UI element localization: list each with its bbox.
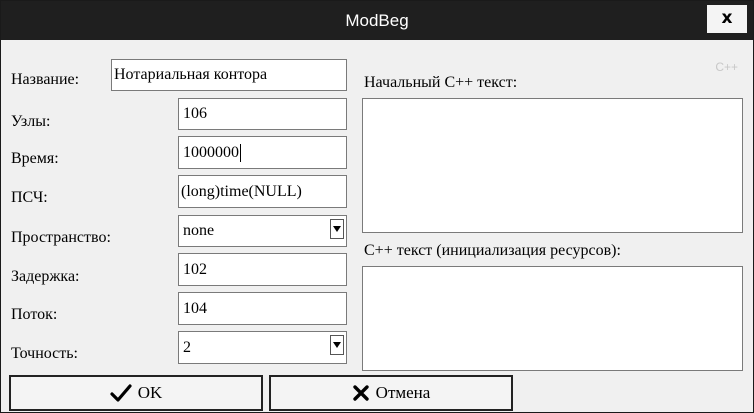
resources-cpp-label: C++ текст (инициализация ресурсов):: [364, 242, 621, 259]
cancel-button[interactable]: Отмена: [269, 375, 513, 411]
time-input[interactable]: 1000000: [178, 136, 347, 169]
delay-input-value: 102: [183, 261, 207, 278]
nodes-input-value: 106: [183, 105, 207, 122]
window-title: ModBeg: [345, 11, 409, 30]
cpp-hint: C++: [715, 60, 738, 74]
ok-button[interactable]: OK: [9, 375, 263, 411]
rng-input-value: (long)time(NULL): [181, 183, 302, 200]
checkmark-icon: [110, 384, 132, 402]
flow-label: Поток:: [11, 306, 58, 323]
close-button[interactable]: x: [707, 5, 747, 33]
delay-label: Задержка:: [11, 268, 80, 285]
modbeg-dialog: ModBeg x Название: Нотариальная контора …: [0, 0, 754, 413]
name-input[interactable]: Нотариальная контора: [111, 59, 347, 91]
space-label: Пространство:: [11, 229, 111, 246]
resources-cpp-textarea[interactable]: [362, 266, 743, 371]
precision-label: Точность:: [11, 345, 78, 362]
ok-button-label: OK: [137, 383, 163, 402]
initial-cpp-textarea[interactable]: [362, 98, 743, 233]
x-cross-icon: [352, 384, 370, 402]
nodes-input[interactable]: 106: [178, 98, 347, 130]
cancel-button-label: Отмена: [375, 383, 431, 402]
chevron-down-icon[interactable]: [330, 335, 344, 355]
flow-input-value: 104: [183, 300, 207, 317]
chevron-down-icon[interactable]: [330, 219, 344, 239]
time-label: Время:: [11, 150, 59, 167]
cpp-panel: C++ Начальный C++ текст: C++ текст (иниц…: [350, 56, 744, 374]
nodes-label: Узлы:: [11, 113, 51, 130]
name-label: Название:: [11, 71, 80, 88]
rng-input[interactable]: (long)time(NULL): [178, 175, 347, 208]
text-caret: [240, 144, 241, 163]
rng-label: ПСЧ:: [11, 189, 48, 206]
precision-select-value: 2: [183, 339, 191, 356]
time-input-value: 1000000: [183, 144, 239, 161]
name-input-value: Нотариальная контора: [114, 66, 268, 83]
space-select-value: none: [183, 222, 215, 239]
initial-cpp-label: Начальный C++ текст:: [364, 74, 518, 91]
space-select[interactable]: none: [178, 215, 347, 247]
delay-input[interactable]: 102: [178, 253, 347, 286]
title-bar: ModBeg x: [1, 1, 753, 40]
precision-select[interactable]: 2: [178, 331, 347, 364]
flow-input[interactable]: 104: [178, 292, 347, 325]
